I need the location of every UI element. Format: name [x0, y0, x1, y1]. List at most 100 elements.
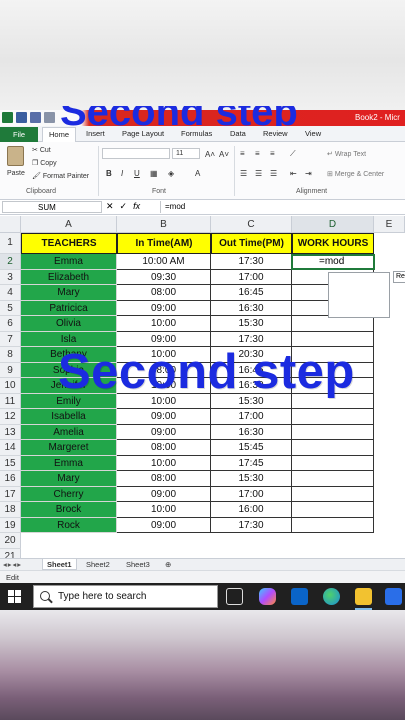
undo-icon[interactable] [30, 112, 41, 123]
task-view-icon[interactable] [226, 588, 243, 605]
out-time-cell[interactable]: 16:30 [211, 300, 292, 316]
teacher-name-cell[interactable]: Patricica [21, 300, 117, 316]
row-header[interactable]: 13 [0, 424, 21, 440]
column-header-a[interactable]: A [21, 216, 117, 233]
bold-icon[interactable]: B [106, 169, 112, 178]
teacher-name-cell[interactable]: Cherry [21, 486, 117, 502]
row-header[interactable]: 16 [0, 471, 21, 487]
align-bottom-icon[interactable]: ≡ [270, 149, 275, 158]
function-autocomplete-list[interactable] [328, 272, 390, 318]
insert-function-icon[interactable]: fx [133, 201, 140, 212]
teacher-name-cell[interactable]: Margeret [21, 440, 117, 456]
font-color-icon[interactable]: A [195, 169, 200, 178]
work-hours-cell[interactable] [292, 502, 374, 518]
outlook-icon[interactable] [291, 588, 308, 605]
header-cell-out-time[interactable]: Out Time(PM) [211, 233, 292, 254]
teacher-name-cell[interactable]: Amelia [21, 424, 117, 440]
windows-start-icon[interactable] [8, 590, 21, 603]
cut-button[interactable]: ✂ Cut [32, 146, 51, 154]
in-time-cell[interactable]: 09:30 [117, 269, 211, 285]
out-time-cell[interactable]: 16:00 [211, 502, 292, 518]
row-header[interactable]: 12 [0, 409, 21, 425]
font-size-dropdown[interactable]: 11 [172, 148, 200, 159]
in-time-cell[interactable]: 09:00 [117, 517, 211, 533]
paste-button[interactable]: Paste [4, 146, 28, 180]
out-time-cell[interactable]: 15:45 [211, 440, 292, 456]
format-painter-button[interactable]: 🖌 Format Painter [32, 172, 89, 180]
copy-button[interactable]: ❐ Copy [32, 159, 57, 167]
in-time-cell[interactable]: 10:00 [117, 316, 211, 332]
save-icon[interactable] [16, 112, 27, 123]
in-time-cell[interactable]: 09:00 [117, 409, 211, 425]
work-hours-cell[interactable] [292, 517, 374, 533]
work-hours-cell[interactable] [292, 424, 374, 440]
merge-center-button[interactable]: ⊞ Merge & Center [327, 170, 384, 178]
out-time-cell[interactable]: 17:30 [211, 254, 292, 270]
teacher-name-cell[interactable]: Isabella [21, 409, 117, 425]
grow-font-icon[interactable]: A˄ [205, 150, 215, 159]
in-time-cell[interactable]: 08:00 [117, 285, 211, 301]
row-header[interactable]: 7 [0, 331, 21, 347]
teacher-name-cell[interactable]: Mary [21, 285, 117, 301]
file-explorer-icon[interactable] [355, 588, 372, 605]
row-header[interactable]: 5 [0, 300, 21, 316]
teacher-name-cell[interactable]: Olivia [21, 316, 117, 332]
in-time-cell[interactable]: 10:00 [117, 502, 211, 518]
orientation-icon[interactable]: ⟋ [290, 149, 296, 159]
teacher-name-cell[interactable]: Emma [21, 254, 117, 270]
in-time-cell[interactable]: 10:00 [117, 455, 211, 471]
align-left-icon[interactable]: ☰ [240, 169, 247, 178]
name-box[interactable]: SUM [2, 201, 102, 213]
work-hours-cell[interactable] [292, 471, 374, 487]
copilot-icon[interactable] [259, 588, 276, 605]
work-hours-cell[interactable] [292, 409, 374, 425]
fill-color-icon[interactable]: ◈ [168, 169, 174, 178]
row-header[interactable]: 20 [0, 533, 21, 549]
row-header[interactable]: 1 [0, 233, 21, 254]
work-hours-cell[interactable] [292, 486, 374, 502]
row-header[interactable]: 17 [0, 486, 21, 502]
tab-review[interactable]: Review [263, 129, 288, 138]
select-all-corner[interactable] [0, 216, 21, 233]
tab-formulas[interactable]: Formulas [181, 129, 212, 138]
sheet-nav-arrows-icon[interactable]: ◂▸◂▸ [3, 560, 22, 569]
taskbar-search-box[interactable]: Type here to search [33, 585, 218, 608]
in-time-cell[interactable]: 10:00 AM [117, 254, 211, 270]
row-header[interactable]: 14 [0, 440, 21, 456]
row-header[interactable]: 19 [0, 517, 21, 533]
sheet-tab-2[interactable]: Sheet2 [82, 559, 114, 570]
in-time-cell[interactable]: 09:00 [117, 300, 211, 316]
row-header[interactable]: 3 [0, 269, 21, 285]
align-top-icon[interactable]: ≡ [240, 149, 245, 158]
out-time-cell[interactable]: 17:30 [211, 517, 292, 533]
column-header-b[interactable]: B [117, 216, 211, 233]
tab-view[interactable]: View [305, 129, 321, 138]
work-hours-cell[interactable] [292, 316, 374, 332]
align-right-icon[interactable]: ☰ [270, 169, 277, 178]
row-header[interactable]: 11 [0, 393, 21, 409]
redo-icon[interactable] [44, 112, 55, 123]
insert-sheet-icon[interactable]: ⊕ [161, 559, 175, 570]
row-header[interactable]: 15 [0, 455, 21, 471]
underline-icon[interactable]: U [134, 169, 140, 178]
out-time-cell[interactable]: 16:30 [211, 424, 292, 440]
store-icon[interactable] [385, 588, 402, 605]
borders-icon[interactable]: ▦ [150, 169, 158, 178]
header-cell-work-hours[interactable]: WORK HOURS [292, 233, 374, 254]
in-time-cell[interactable]: 09:00 [117, 424, 211, 440]
enter-icon[interactable]: ✓ [120, 201, 128, 212]
shrink-font-icon[interactable]: A˅ [219, 150, 229, 159]
out-time-cell[interactable]: 16:45 [211, 285, 292, 301]
row-header[interactable]: 10 [0, 378, 21, 394]
teacher-name-cell[interactable]: Brock [21, 502, 117, 518]
align-middle-icon[interactable]: ≡ [255, 149, 260, 158]
formula-input[interactable]: =mod [160, 201, 405, 213]
tab-data[interactable]: Data [230, 129, 246, 138]
in-time-cell[interactable]: 08:00 [117, 471, 211, 487]
row-header[interactable]: 4 [0, 285, 21, 301]
out-time-cell[interactable]: 17:00 [211, 269, 292, 285]
work-hours-cell[interactable] [292, 440, 374, 456]
sheet-tab-1[interactable]: Sheet1 [42, 559, 77, 570]
font-name-dropdown[interactable] [102, 148, 170, 159]
sheet-tab-3[interactable]: Sheet3 [122, 559, 154, 570]
